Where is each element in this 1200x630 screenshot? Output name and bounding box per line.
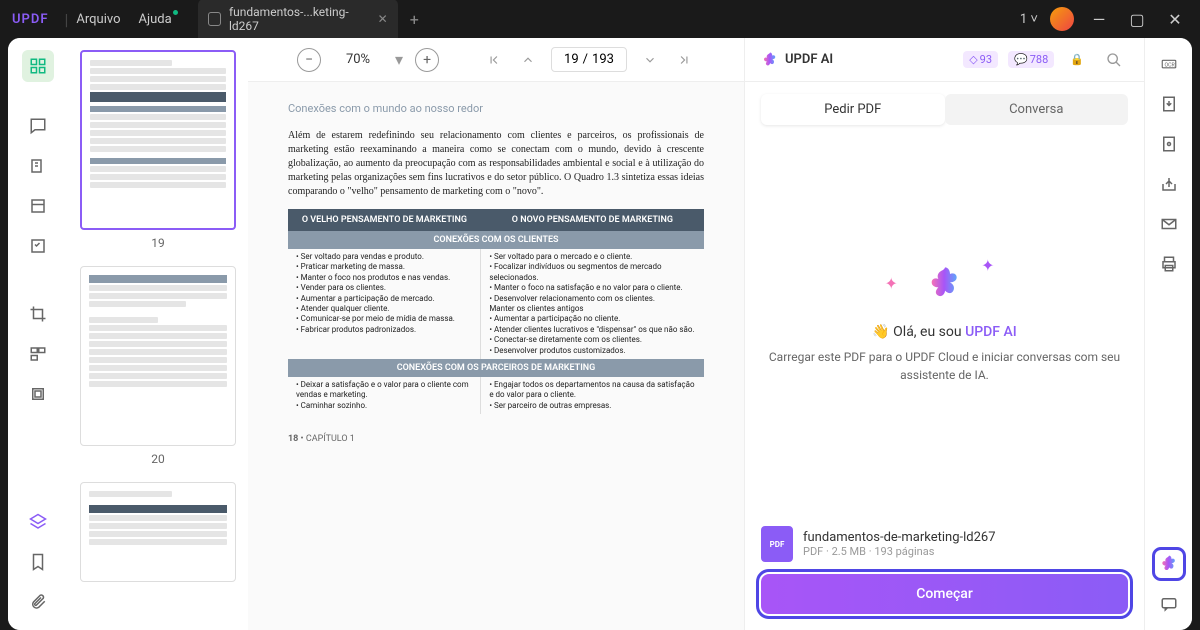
ai-logo: UPDF AI (761, 51, 833, 69)
form-tool-icon[interactable] (22, 230, 54, 262)
attachment-icon[interactable] (22, 586, 54, 618)
ai-toolbar: UPDF AI ◇93 💬788 🔒 (745, 38, 1144, 82)
lock-icon[interactable]: 🔒 (1064, 51, 1090, 68)
ai-welcome: ✦ ✦ 👋 Olá, eu sou UPDF AI Carregar este … (745, 137, 1144, 510)
page-content[interactable]: Conexões com o mundo ao nosso redor Além… (248, 82, 744, 630)
thumbnail-panel: 19 20 (68, 38, 248, 630)
divider: | (65, 10, 69, 29)
start-button[interactable]: Começar (761, 574, 1128, 614)
close-button[interactable]: ✕ (1162, 6, 1188, 32)
left-toolbar (8, 38, 68, 630)
document-viewer: − 70% ▾ + 19 / 193 Conexões com o mundo … (248, 38, 744, 630)
menu-help[interactable]: Ajuda (139, 12, 172, 27)
pdf-tab-icon (208, 12, 221, 26)
share-icon[interactable] (1155, 170, 1183, 198)
print-icon[interactable] (1155, 250, 1183, 278)
document-tab[interactable]: fundamentos-...keting-ld267 ✕ (198, 0, 398, 39)
flower-large-icon: ✦ ✦ (925, 264, 965, 304)
thumbnails-icon[interactable] (22, 50, 54, 82)
main-area: 19 20 (8, 38, 1192, 630)
prev-page-icon[interactable] (517, 49, 539, 71)
first-page-icon[interactable] (483, 49, 505, 71)
compress-tool-icon[interactable] (22, 378, 54, 410)
comparison-table: O VELHO PENSAMENTO DE MARKETINGO NOVO PE… (288, 209, 704, 414)
chat-icon[interactable] (1155, 590, 1183, 618)
minimize-button[interactable]: — (1086, 6, 1112, 32)
avatar[interactable] (1050, 7, 1074, 31)
tab-title: fundamentos-...keting-ld267 (229, 5, 370, 33)
app-logo: UPDF (12, 12, 49, 27)
file-meta: PDF · 2.5 MB · 193 páginas (803, 545, 996, 558)
comment-tool-icon[interactable] (22, 110, 54, 142)
maximize-button[interactable]: ▢ (1124, 6, 1150, 32)
page-input[interactable]: 19 / 193 (551, 47, 627, 72)
viewer-toolbar: − 70% ▾ + 19 / 193 (248, 38, 744, 82)
zoom-out-button[interactable]: − (297, 48, 321, 72)
ai-file-card: PDF fundamentos-de-marketing-ld267 PDF ·… (761, 526, 1128, 562)
organize-tool-icon[interactable] (22, 338, 54, 370)
new-tab-button[interactable]: + (410, 10, 419, 29)
account-indicator[interactable]: 1 ˅ (1020, 11, 1038, 27)
ai-description: Carregar este PDF para o UPDF Cloud e in… (765, 348, 1124, 384)
ai-greeting: 👋 Olá, eu sou UPDF AI (872, 324, 1017, 340)
tab-chat[interactable]: Conversa (945, 94, 1129, 125)
thumbnail-label: 19 (80, 236, 236, 250)
menu-file[interactable]: Arquivo (76, 12, 120, 27)
ai-panel: UPDF AI ◇93 💬788 🔒 Pedir PDF Conversa ✦ … (744, 38, 1144, 630)
ai-tabs: Pedir PDF Conversa (745, 82, 1144, 137)
tab-ask-pdf[interactable]: Pedir PDF (761, 94, 945, 125)
messages-badge[interactable]: 💬788 (1008, 51, 1054, 68)
crop-tool-icon[interactable] (22, 298, 54, 330)
bookmark-icon[interactable] (22, 546, 54, 578)
layers-icon[interactable] (22, 506, 54, 538)
ai-toggle-icon[interactable] (1155, 550, 1183, 578)
flower-icon (761, 51, 779, 69)
credits-badge[interactable]: ◇93 (963, 51, 998, 68)
zoom-dropdown-icon[interactable]: ▾ (395, 50, 403, 69)
last-page-icon[interactable] (673, 49, 695, 71)
search-icon[interactable] (1100, 50, 1128, 70)
export-icon[interactable] (1155, 90, 1183, 118)
page-footer: 18 • CAPÍTULO 1 (288, 434, 704, 444)
edit-tool-icon[interactable] (22, 150, 54, 182)
ai-footer: PDF fundamentos-de-marketing-ld267 PDF ·… (745, 510, 1144, 630)
protect-icon[interactable] (1155, 130, 1183, 158)
body-paragraph: Além de estarem redefinindo seu relacion… (288, 129, 704, 199)
email-icon[interactable] (1155, 210, 1183, 238)
next-page-icon[interactable] (639, 49, 661, 71)
titlebar: UPDF | Arquivo Ajuda fundamentos-...keti… (0, 0, 1200, 38)
thumbnail-21[interactable] (80, 482, 236, 582)
zoom-in-button[interactable]: + (415, 48, 439, 72)
right-toolbar: OCR (1144, 38, 1192, 630)
pdf-file-icon: PDF (761, 526, 793, 562)
svg-text:OCR: OCR (1164, 62, 1175, 68)
section-heading: Conexões com o mundo ao nosso redor (288, 102, 704, 115)
page-tool-icon[interactable] (22, 190, 54, 222)
close-icon[interactable]: ✕ (378, 12, 388, 26)
zoom-level: 70% (333, 52, 383, 67)
ocr-icon[interactable]: OCR (1155, 50, 1183, 78)
thumbnail-20[interactable]: 20 (80, 266, 236, 466)
thumbnail-label: 20 (80, 452, 236, 466)
thumbnail-19[interactable]: 19 (80, 50, 236, 250)
file-name: fundamentos-de-marketing-ld267 (803, 530, 996, 545)
